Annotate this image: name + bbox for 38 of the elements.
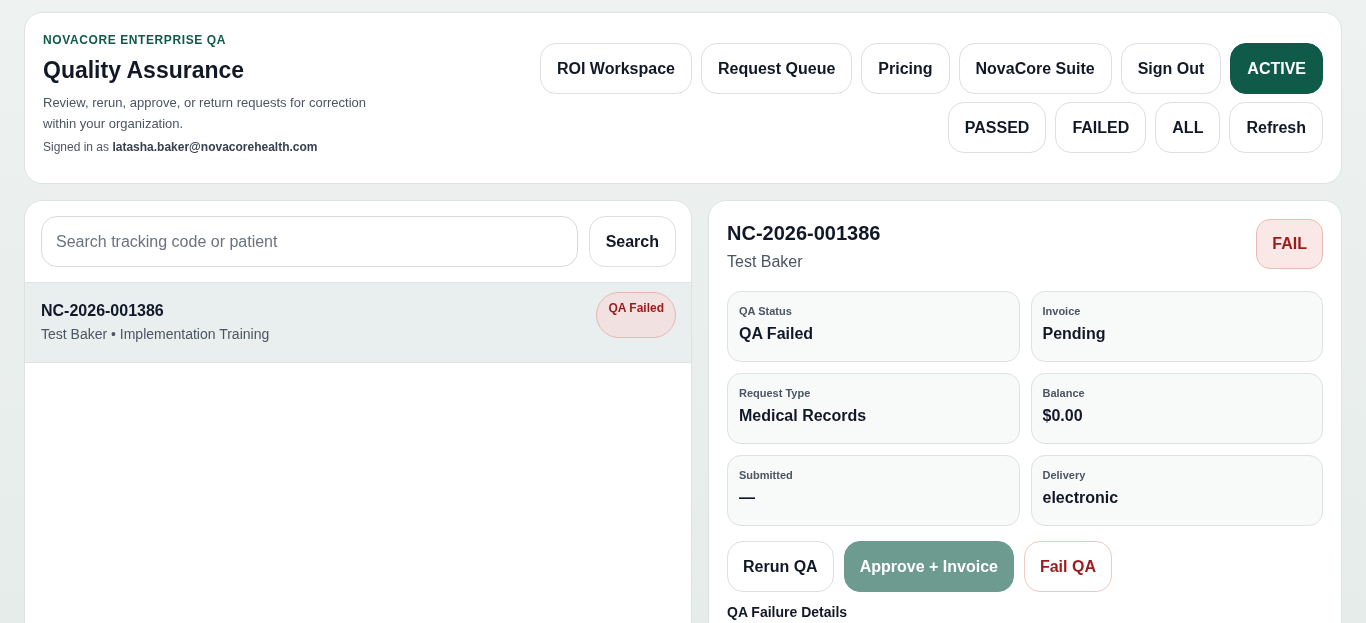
eyebrow-label: NOVACORE ENTERPRISE QA (43, 33, 227, 47)
info-value: — (739, 489, 756, 507)
request-list-item[interactable]: NC-2026-001386 Test Baker • Implementation Training QA Failed (25, 282, 691, 363)
detail-tracking-code: NC-2026-001386 (727, 222, 881, 245)
patient-name: Test Baker (727, 253, 804, 271)
info-label: Invoice (1042, 305, 1082, 317)
info-value: Pending (1042, 325, 1107, 343)
header-button[interactable]: ROI Workspace (539, 43, 692, 94)
request-subtitle: Test Baker • Implementation Training (41, 326, 270, 342)
header-button[interactable]: PASSED (947, 102, 1047, 153)
result-badge: FAIL (1256, 219, 1323, 269)
page-title: Quality Assurance (43, 57, 246, 84)
info-label: Request Type (739, 387, 812, 399)
fail-button[interactable]: Fail QA (1023, 541, 1112, 592)
search-button[interactable]: Search (588, 216, 676, 267)
info-value: electronic (1042, 489, 1120, 507)
rerun-button[interactable]: Rerun QA (727, 541, 834, 592)
info-value: QA Failed (739, 325, 815, 343)
info-label: Submitted (739, 469, 794, 481)
info-label: QA Status (739, 305, 793, 317)
header-button[interactable]: FAILED (1055, 102, 1147, 153)
status-badge: QA Failed (596, 292, 676, 338)
header-button[interactable]: Sign Out (1120, 43, 1222, 94)
info-value: $0.00 (1042, 407, 1084, 425)
header-button[interactable]: ACTIVE (1230, 43, 1323, 94)
tracking-code: NC-2026-001386 (41, 302, 165, 320)
header-button[interactable]: Request Queue (700, 43, 853, 94)
info-value: Medical Records (739, 407, 868, 425)
signed-in-text: Signed in as latasha.baker@novacorehealth.com (43, 140, 319, 154)
header-button[interactable]: NovaCore Suite (958, 43, 1112, 94)
info-label: Balance (1042, 387, 1086, 399)
search-field[interactable]: Search tracking code or patient (41, 216, 578, 267)
section-heading: QA Failure Details (727, 604, 849, 620)
header-button[interactable]: ALL (1155, 102, 1221, 153)
page-description: Review, rerun, approve, or return requests for correction within your organization. (43, 94, 367, 133)
header-button[interactable]: Pricing (861, 43, 950, 94)
info-label: Delivery (1042, 469, 1087, 481)
header-button[interactable]: Refresh (1229, 102, 1323, 153)
